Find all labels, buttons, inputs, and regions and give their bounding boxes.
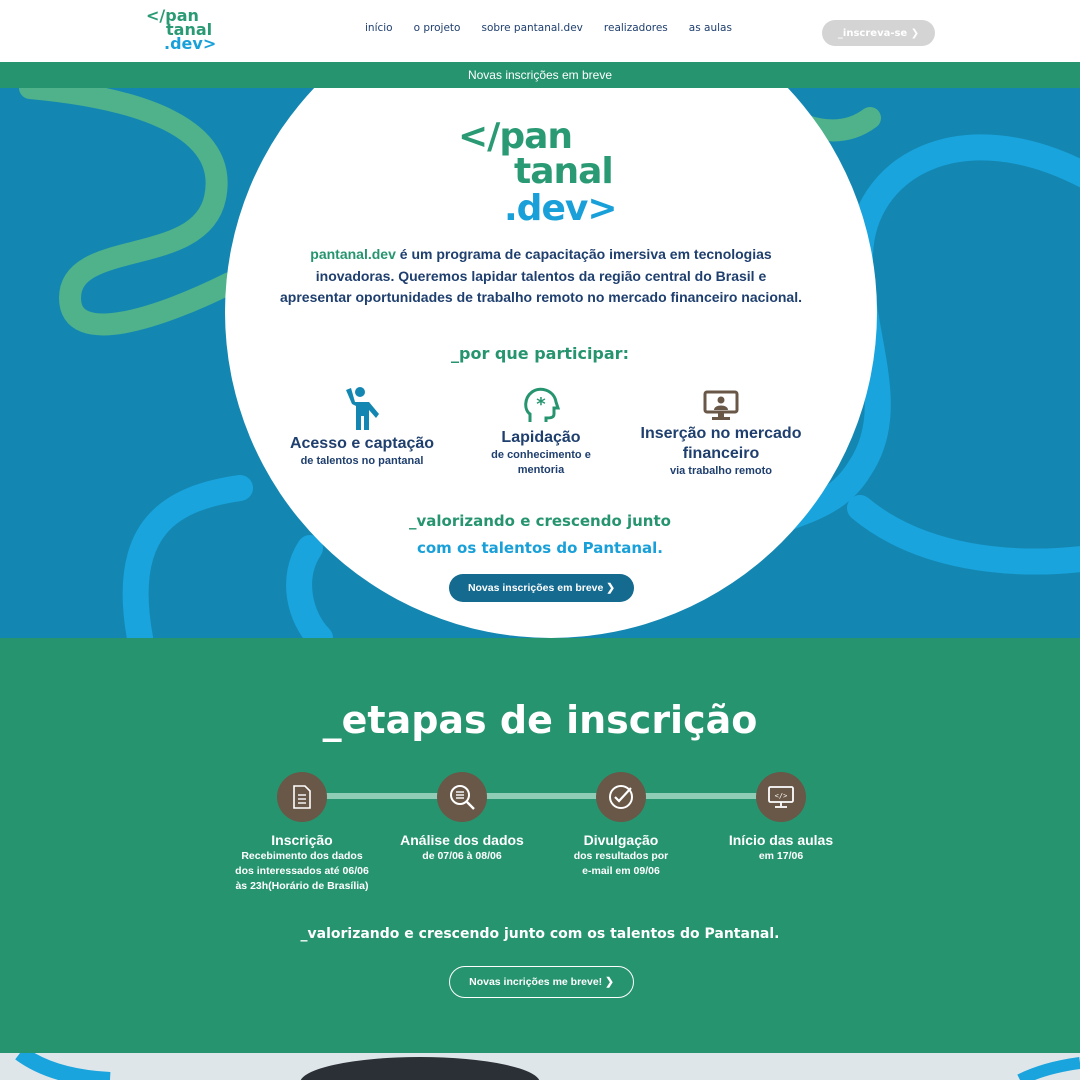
- check-circle-icon: [609, 785, 633, 809]
- step-analise: Análise dos dados de 07/06 à 08/06: [382, 831, 542, 864]
- hero-logo-line-2: tanal: [514, 151, 614, 192]
- feature-subtitle: de conhecimento e mentoria: [491, 449, 591, 476]
- progress-track: [302, 793, 782, 799]
- remote-work-icon: [703, 390, 739, 420]
- step-title: Inscrição: [271, 832, 333, 848]
- etapas-tagline: _valorizando e crescendo junto com os ta…: [300, 926, 780, 942]
- step-subtitle: dos resultados por e-mail em 09/06: [573, 850, 669, 877]
- step-icon-circle: [596, 772, 646, 822]
- main-nav: início o projeto sobre pantanal.dev real…: [365, 22, 753, 34]
- step-icon-circle: [437, 772, 487, 822]
- feature-title: Inserção no mercado financeiro: [640, 425, 802, 462]
- nav-realizadores[interactable]: realizadores: [604, 22, 668, 34]
- magnifier-icon: [450, 785, 475, 810]
- site-logo[interactable]: </pan tanal .dev>: [146, 8, 217, 55]
- svg-text:*: *: [536, 394, 546, 415]
- step-title: Divulgação: [583, 832, 659, 848]
- intro-brand: pantanal.dev: [310, 246, 396, 262]
- logo-line-3: .dev>: [164, 34, 217, 53]
- step-subtitle: Recebimento dos dados dos interessados a…: [235, 850, 369, 892]
- step-inscricao: Inscrição Recebimento dos dados dos inte…: [222, 831, 382, 894]
- etapas-section: _etapas de inscrição </> Inscrição Receb…: [0, 638, 1080, 1053]
- etapas-cta-button[interactable]: Novas incrições me breve! ❯: [449, 966, 634, 998]
- feature-insercao: Inserção no mercado financeiro via traba…: [640, 390, 802, 479]
- feature-acesso: Acesso e captação de talentos no pantana…: [286, 386, 438, 469]
- step-icon-circle: [277, 772, 327, 822]
- feature-title: Lapidação: [501, 429, 581, 446]
- nav-sobre[interactable]: sobre pantanal.dev: [481, 22, 582, 34]
- feature-subtitle: via trabalho remoto: [669, 465, 773, 477]
- decorative-waves-bottom: [15, 1053, 1080, 1080]
- feature-title: Acesso e captação: [289, 435, 435, 452]
- document-icon: [293, 785, 311, 809]
- hero-cta-button[interactable]: Novas inscrições em breve ❯: [449, 574, 634, 602]
- nav-o-projeto[interactable]: o projeto: [414, 22, 461, 34]
- feature-subtitle: de talentos no pantanal: [300, 455, 424, 467]
- next-section-preview: [0, 1053, 1080, 1080]
- nav-inicio[interactable]: início: [365, 22, 393, 34]
- etapas-title: _etapas de inscrição: [322, 698, 758, 742]
- step-title: Análise dos dados: [400, 832, 524, 848]
- monitor-code-icon: </>: [768, 786, 794, 808]
- subscribe-button[interactable]: _inscreva-se ❯: [822, 20, 935, 46]
- hero-tagline-line-2: com os talentos do Pantanal.: [416, 539, 663, 557]
- hero-tagline: _valorizando e crescendo junto com os ta…: [0, 508, 1080, 562]
- hero-logo-line-3: .dev>: [504, 188, 617, 229]
- step-subtitle: de 07/06 à 08/06: [422, 850, 502, 862]
- hero-tagline-line-1: _valorizando e crescendo junto: [409, 512, 671, 530]
- person-icon: [346, 387, 379, 430]
- step-title: Início das aulas: [728, 832, 834, 848]
- brain-icon: *: [524, 387, 560, 422]
- svg-text:</>: </>: [775, 792, 788, 800]
- hero-logo: </pan tanal .dev>: [458, 116, 638, 236]
- intro-text: pantanal.dev é um programa de capacitaçã…: [280, 244, 802, 309]
- step-divulgacao: Divulgação dos resultados por e-mail em …: [541, 831, 701, 879]
- step-subtitle: em 17/06: [758, 850, 804, 862]
- feature-lapidacao: * Lapidação de conhecimento e mentoria: [478, 386, 604, 478]
- site-header: </pan tanal .dev> início o projeto sobre…: [0, 0, 1080, 62]
- step-inicio: Início das aulas em 17/06: [701, 831, 861, 864]
- announcement-banner: Novas inscrições em breve: [0, 62, 1080, 88]
- step-icon-circle: </>: [756, 772, 806, 822]
- why-title: _por que participar:: [451, 344, 629, 363]
- nav-as-aulas[interactable]: as aulas: [689, 22, 732, 34]
